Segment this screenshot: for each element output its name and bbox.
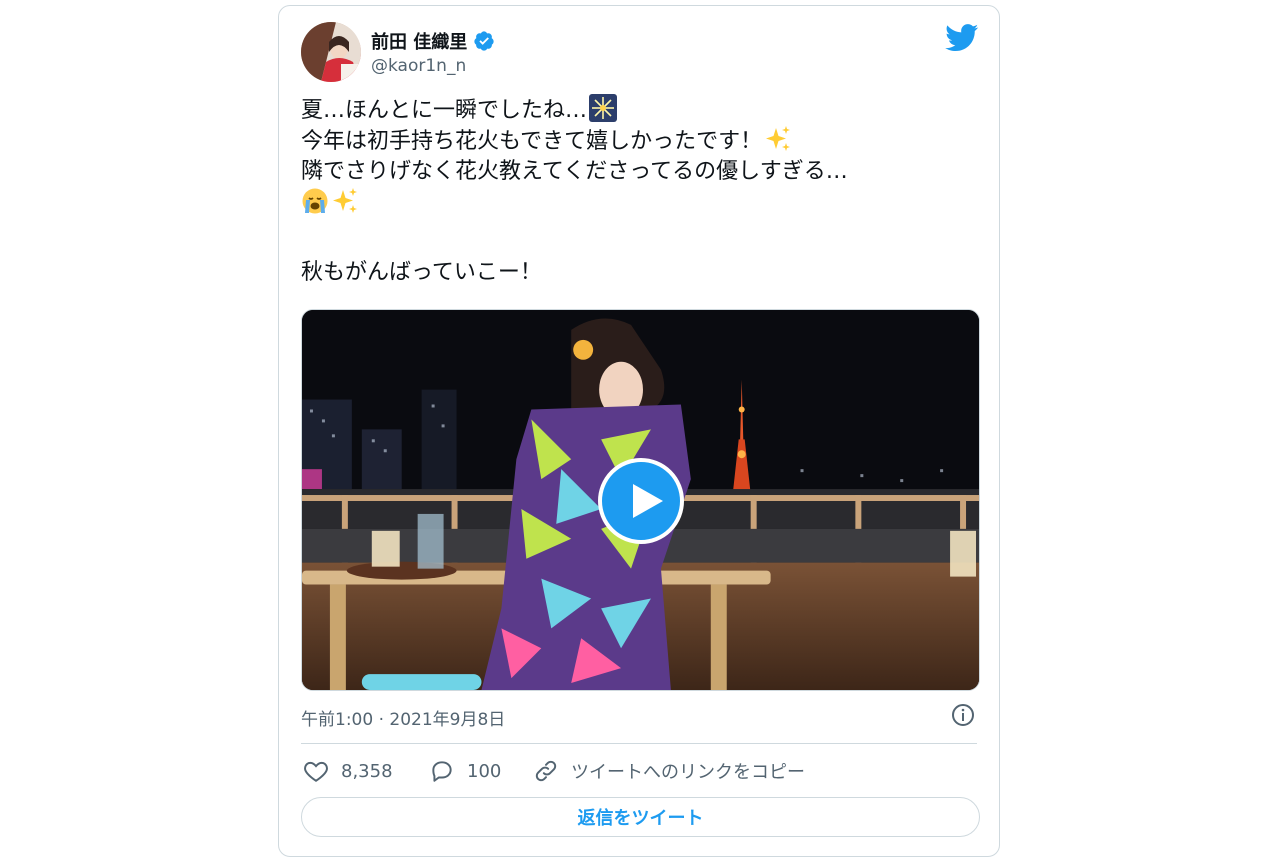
reply-count: 100 (467, 760, 502, 782)
divider (301, 743, 977, 744)
author-handle[interactable]: @kaor1n_n (371, 56, 466, 76)
tweet-line-6: 秋もがんばっていこー！ (301, 257, 981, 288)
like-count: 8,358 (341, 760, 393, 782)
reply-icon (432, 761, 452, 782)
tweet-line-3: 隣でさりげなく花火教えてくださってるの優しすぎる… (301, 156, 981, 187)
author-name[interactable]: 前田 佳織里 (371, 28, 467, 54)
tweet-line-2: 今年は初手持ち花火もできて嬉しかったです！ (301, 125, 981, 156)
link-icon (535, 760, 557, 782)
play-button[interactable] (598, 458, 684, 544)
tweet-timestamp[interactable]: 午前1:00 · 2021年9月8日 (301, 705, 505, 730)
tweet-line-2-text: 今年は初手持ち花火もできて嬉しかったです！ (301, 129, 763, 154)
reply-count-button[interactable]: 100 (429, 758, 501, 784)
tweet-card: 前田 佳織里 @kaor1n_n 夏…ほんとに一瞬でしたね… 今年は初手持ち花火… (278, 5, 1000, 857)
author-row[interactable]: 前田 佳織里 (371, 28, 495, 54)
tweet-text: 夏…ほんとに一瞬でしたね… 今年は初手持ち花火もできて嬉しかったです！ 隣でさり… (301, 94, 981, 288)
info-icon[interactable] (951, 703, 975, 727)
avatar-image (301, 22, 361, 82)
video-player[interactable] (301, 309, 980, 691)
tweet-line-1: 夏…ほんとに一瞬でしたね… (301, 94, 981, 125)
like-button[interactable]: 8,358 (303, 758, 393, 784)
crying-face-emoji-icon (302, 188, 328, 214)
tweet-line-4 (301, 187, 981, 218)
reply-tweet-label: 返信をツイート (577, 808, 704, 829)
sparkles-emoji-icon (766, 126, 791, 151)
tweet-line-1-text: 夏…ほんとに一瞬でしたね… (301, 98, 588, 123)
tweet-line-6-text: 秋もがんばっていこー！ (301, 260, 542, 285)
avatar[interactable] (301, 22, 361, 82)
reply-tweet-button[interactable]: 返信をツイート (301, 797, 980, 837)
verified-badge-icon (474, 31, 494, 51)
fireworks-emoji-icon (589, 94, 618, 122)
twitter-bird-icon[interactable] (945, 24, 979, 52)
sparkles-emoji-icon (333, 188, 357, 213)
heart-icon (304, 761, 328, 782)
tweet-line-3-text: 隣でさりげなく花火教えてくださってるの優しすぎる… (301, 159, 848, 184)
copy-link-label: ツイートへのリンクをコピー (571, 762, 805, 783)
copy-link-button[interactable]: ツイートへのリンクをコピー (533, 758, 805, 784)
